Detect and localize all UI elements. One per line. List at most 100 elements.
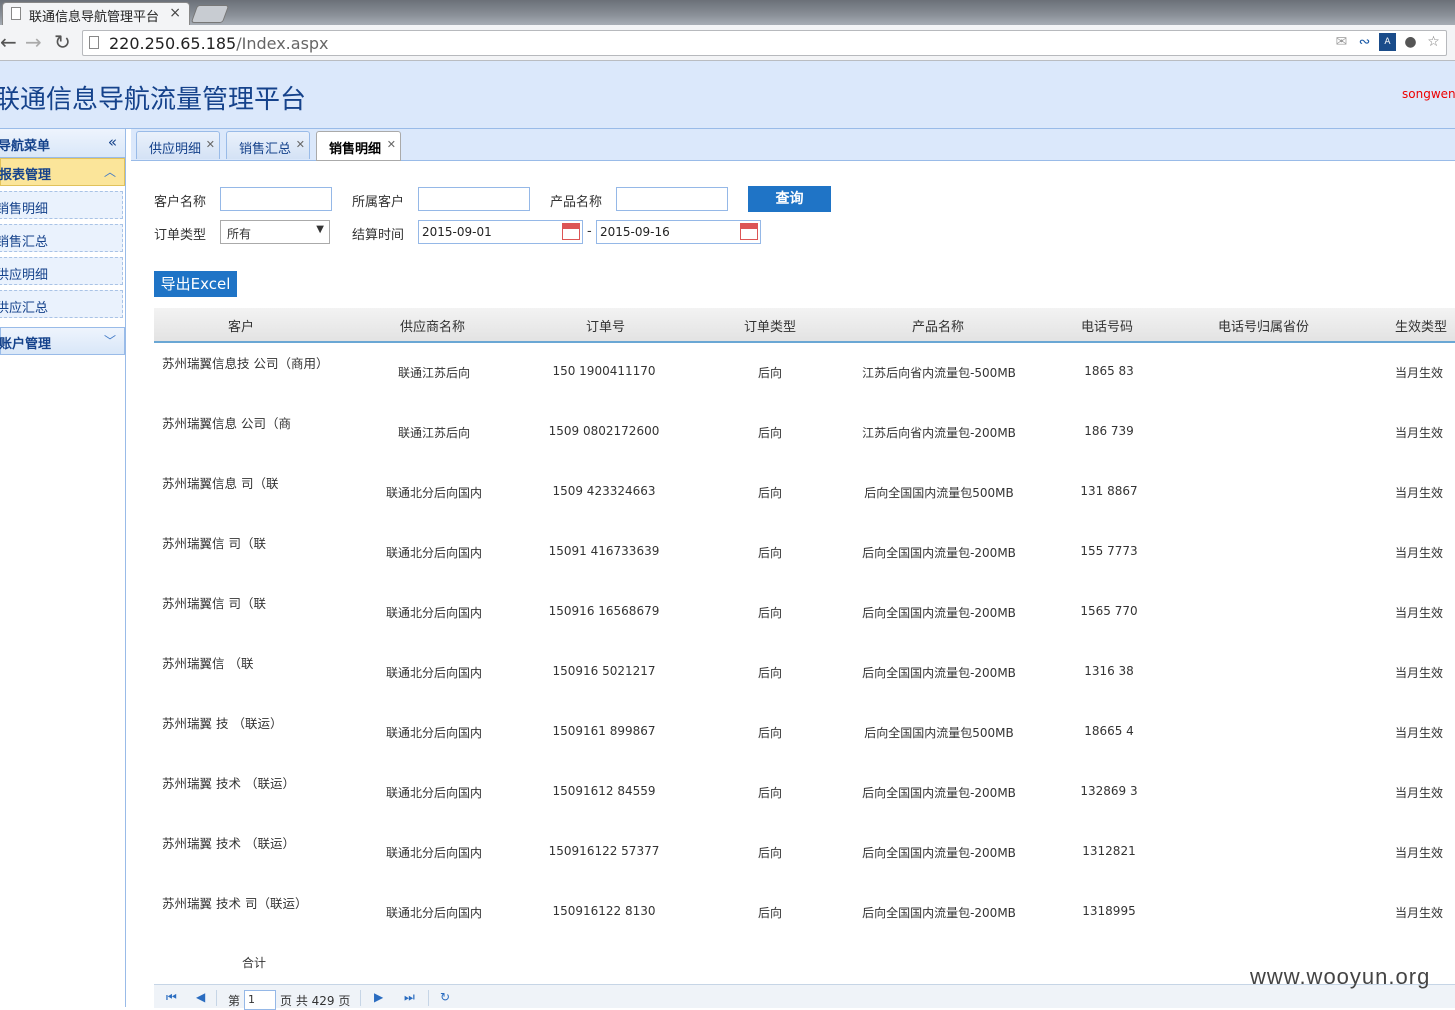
cell-customer: 苏州瑞翼信 司（联 xyxy=(162,536,266,551)
sidebar-item-supply-detail[interactable]: 供应明细 xyxy=(0,257,123,285)
cell-customer: 苏州瑞翼信息 司（联 xyxy=(162,476,279,491)
cell-order-no: 1509161 899867 xyxy=(552,724,656,738)
table-row[interactable]: 苏州瑞翼 技术 （联运） 联通北分后向国内 150916122 57377 后向 后向全… xyxy=(154,822,1455,882)
cell-supplier: 联通北分后向国内 xyxy=(385,666,482,680)
sidebar-item-supply-summary[interactable]: 供应汇总 xyxy=(0,290,123,318)
pager-separator xyxy=(360,990,361,1006)
query-button[interactable]: 查询 xyxy=(748,186,831,212)
cell-supplier: 联通北分后向国内 xyxy=(385,606,482,620)
close-icon[interactable]: ✕ xyxy=(206,138,215,151)
col-phone[interactable]: 电话号码 xyxy=(1081,316,1133,335)
date-to-input[interactable]: 2015-09-16 xyxy=(596,220,761,244)
cell-product: 后向全国国内流量包-200MB xyxy=(862,606,1016,620)
cell-effect-type: 当月生效 xyxy=(1395,486,1444,500)
table-row[interactable]: 苏州瑞翼信息 公司（商 联通江苏后向 1509 0802172600 后向 江苏后向省内… xyxy=(154,402,1455,462)
sidebar-group-accounts[interactable]: 账户管理 ﹀ xyxy=(0,327,125,355)
tab-sales-detail[interactable]: 销售明细 ✕ xyxy=(316,131,401,161)
mail-extension-icon[interactable]: ✉ xyxy=(1333,33,1350,51)
sidebar-group-reports[interactable]: 报表管理 ︿ xyxy=(0,158,125,186)
customer-name-input[interactable] xyxy=(220,187,332,211)
col-customer[interactable]: 客户 xyxy=(228,316,254,335)
cell-supplier: 联通北分后向国内 xyxy=(385,486,482,500)
col-product[interactable]: 产品名称 xyxy=(912,316,964,335)
table-row[interactable]: 苏州瑞翼信 （联 联通北分后向国内 150916 5021217 后向 后向全国国内流量… xyxy=(154,642,1455,702)
close-icon[interactable]: ✕ xyxy=(296,138,305,151)
url-text: 220.250.65.185/Index.aspx xyxy=(109,34,329,53)
order-type-value: 所有 xyxy=(227,227,252,241)
calendar-icon[interactable] xyxy=(740,223,758,240)
cell-order-no: 15091 416733639 xyxy=(548,544,660,558)
col-effect-type[interactable]: 生效类型 xyxy=(1395,316,1447,335)
cell-product: 后向全国国内流量包-200MB xyxy=(862,786,1016,800)
table-row[interactable]: 苏州瑞翼信息技 公司（商用） 联通江苏后向 150 1900411170 后向 江苏后向… xyxy=(154,342,1455,402)
date-from-input[interactable]: 2015-09-01 xyxy=(418,220,583,244)
cell-effect-type: 当月生效 xyxy=(1395,846,1444,860)
order-type-label: 订单类型 xyxy=(154,228,207,243)
cell-order-type: 后向 xyxy=(757,906,782,920)
back-icon[interactable]: ← xyxy=(0,31,17,53)
user-name[interactable]: songwenj xyxy=(1402,87,1455,101)
col-supplier[interactable]: 供应商名称 xyxy=(400,316,465,335)
sidebar-item-label: 供应明细 xyxy=(0,268,49,283)
sidebar-group-label: 账户管理 xyxy=(0,337,52,352)
page-number-input[interactable]: 1 xyxy=(244,990,276,1010)
pager-separator xyxy=(216,990,217,1006)
table-row[interactable]: 苏州瑞翼信息 司（联 联通北分后向国内 1509 423324663 后向 后向全国国内… xyxy=(154,462,1455,522)
wave-extension-icon[interactable]: ∾ xyxy=(1356,33,1373,51)
browser-tab[interactable]: 联通信息导航管理平台 × xyxy=(2,2,190,25)
sidebar-item-sales-detail[interactable]: 销售明细 xyxy=(0,191,123,219)
cell-product: 后向全国国内流量包500MB xyxy=(864,726,1014,740)
cell-phone: 1865 83 xyxy=(1084,364,1134,378)
tab-supply-detail[interactable]: 供应明细 ✕ xyxy=(136,131,220,159)
col-order-type[interactable]: 订单类型 xyxy=(744,316,796,335)
pager-separator xyxy=(428,990,429,1006)
new-tab-button[interactable] xyxy=(190,5,230,23)
calendar-icon[interactable] xyxy=(562,223,580,240)
col-order-no[interactable]: 订单号 xyxy=(586,316,625,335)
cell-customer: 苏州瑞翼信 （联 xyxy=(162,656,254,671)
reload-icon[interactable]: ↻ xyxy=(54,31,71,53)
lightbulb-extension-icon[interactable]: ● xyxy=(1402,33,1419,51)
chevron-up-icon[interactable]: ︿ xyxy=(104,163,116,180)
bookmark-star-icon[interactable]: ☆ xyxy=(1425,33,1442,51)
table-row[interactable]: 苏州瑞翼 技术 （联运） 联通北分后向国内 15091612 84559 后向 后向全国… xyxy=(154,762,1455,822)
close-tab-icon[interactable]: × xyxy=(169,5,181,21)
next-page-icon[interactable]: ▶ xyxy=(374,990,383,1004)
parent-customer-label: 所属客户 xyxy=(352,195,405,210)
close-icon[interactable]: ✕ xyxy=(387,138,396,151)
collapse-sidebar-icon[interactable]: « xyxy=(108,133,117,151)
cell-phone: 131 8867 xyxy=(1080,484,1138,498)
refresh-icon[interactable]: ↻ xyxy=(440,990,450,1004)
settle-time-label: 结算时间 xyxy=(352,228,405,243)
chevron-down-icon[interactable]: ﹀ xyxy=(104,332,116,349)
first-page-icon[interactable]: ⏮ xyxy=(166,990,177,1005)
table-row[interactable]: 苏州瑞翼 技 （联运） 联通北分后向国内 1509161 899867 后向 后向全国国… xyxy=(154,702,1455,762)
parent-customer-input[interactable] xyxy=(418,187,530,211)
cell-customer: 苏州瑞翼信息技 公司（商用） xyxy=(162,356,329,371)
address-bar[interactable]: 220.250.65.185/Index.aspx ✉ ∾ A ● ☆ xyxy=(82,30,1447,56)
asp-extension-icon[interactable]: A xyxy=(1379,33,1396,51)
tab-sales-summary[interactable]: 销售汇总 ✕ xyxy=(226,131,310,159)
page-prefix: 第 xyxy=(228,994,241,1008)
grid-header: 客户 供应商名称 订单号 订单类型 产品名称 电话号码 电话号归属省份 生效类型 xyxy=(154,308,1455,343)
sidebar: 导航菜单 « 报表管理 ︿ 销售明细 销售汇总 供应明细 供应汇总 账户管理 ﹀ xyxy=(0,129,126,1007)
cell-order-no: 150916122 8130 xyxy=(552,904,656,918)
cell-product: 江苏后向省内流量包-500MB xyxy=(862,366,1016,380)
table-row[interactable]: 苏州瑞翼 技术 司（联运） 联通北分后向国内 150916122 8130 后向 后向全… xyxy=(154,882,1455,942)
last-page-icon[interactable]: ⏭ xyxy=(404,990,415,1005)
prev-page-icon[interactable]: ◀ xyxy=(196,990,205,1004)
product-name-input[interactable] xyxy=(616,187,728,211)
date-to-value: 2015-09-16 xyxy=(600,225,670,239)
extension-icons: ✉ ∾ A ● ☆ xyxy=(1333,33,1442,51)
sidebar-item-sales-summary[interactable]: 销售汇总 xyxy=(0,224,123,252)
cell-order-no: 150916 16568679 xyxy=(548,604,660,618)
product-name-label: 产品名称 xyxy=(550,195,603,210)
cell-product: 后向全国国内流量包-200MB xyxy=(862,906,1016,920)
table-row[interactable]: 苏州瑞翼信 司（联 联通北分后向国内 150916 16568679 后向 后向全国国内… xyxy=(154,582,1455,642)
forward-icon[interactable]: → xyxy=(25,31,42,53)
cell-order-no: 150916 5021217 xyxy=(552,664,656,678)
col-province[interactable]: 电话号归属省份 xyxy=(1218,316,1309,335)
export-excel-button[interactable]: 导出Excel xyxy=(154,271,237,297)
table-row[interactable]: 苏州瑞翼信 司（联 联通北分后向国内 15091 416733639 后向 后向全国国内… xyxy=(154,522,1455,582)
order-type-select[interactable]: 所有 ▼ xyxy=(220,220,330,244)
